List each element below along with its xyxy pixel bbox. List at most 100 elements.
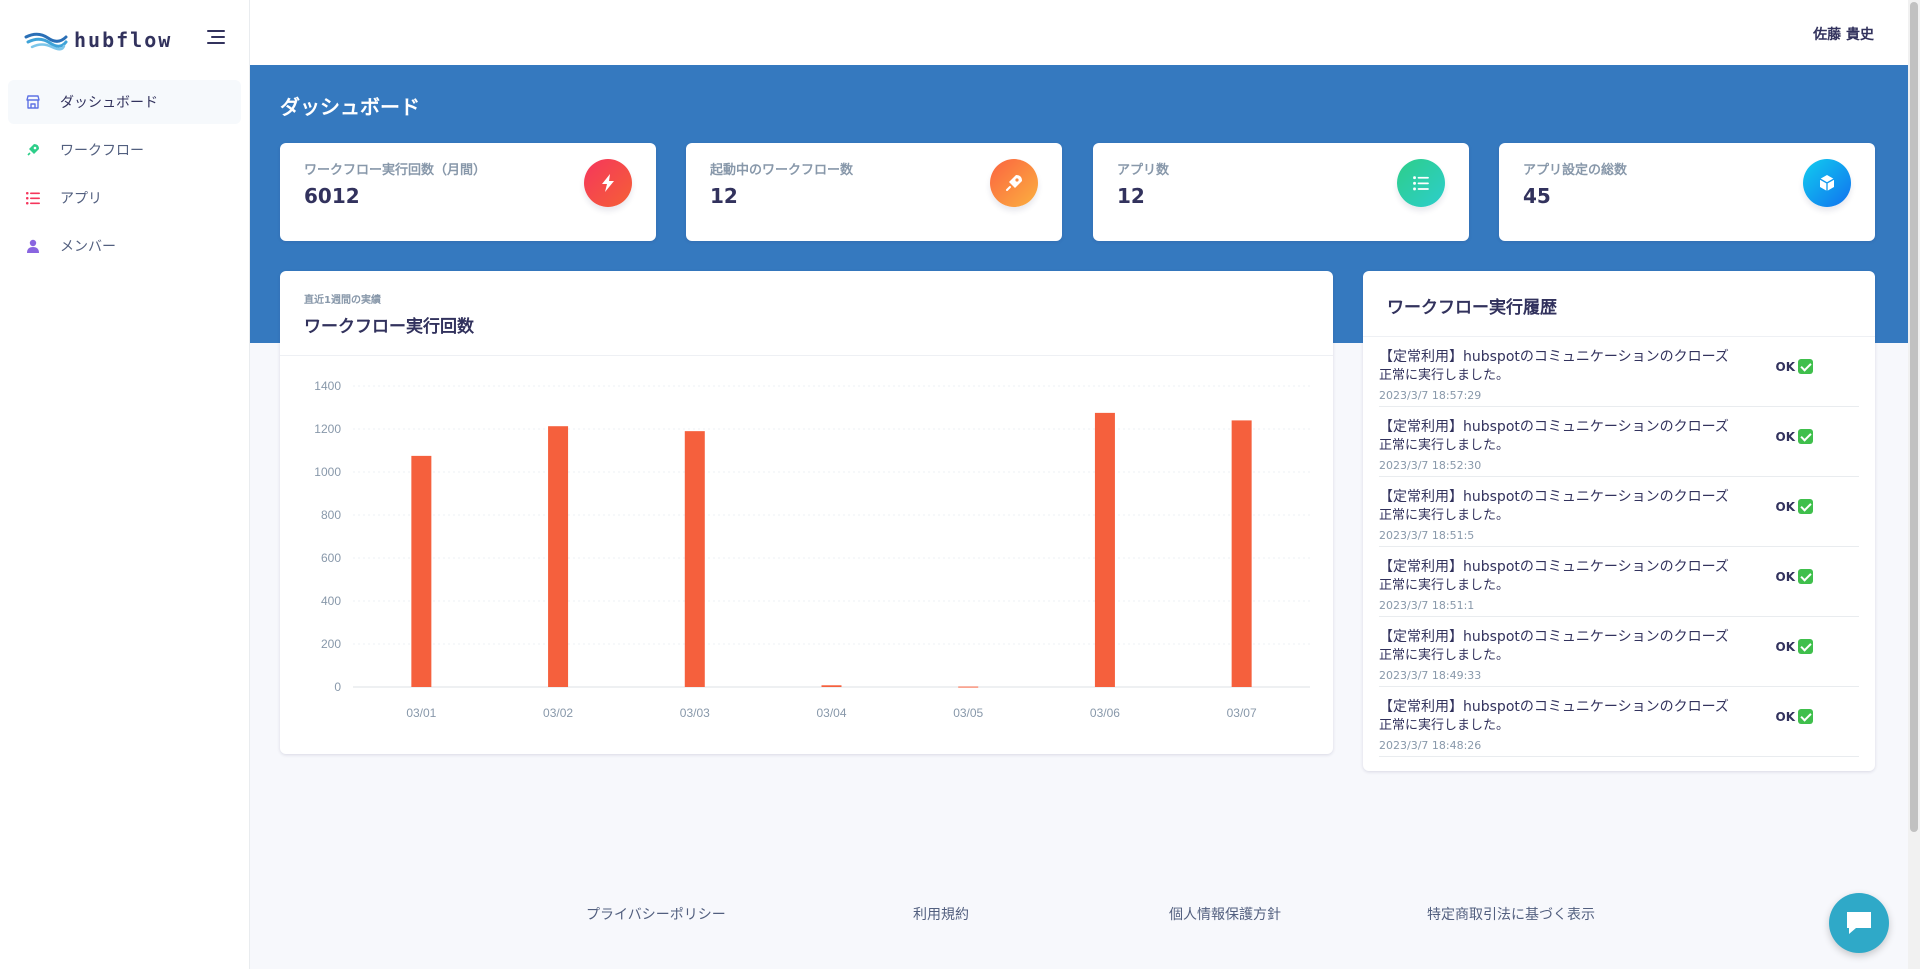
- y-tick-label: 600: [321, 551, 341, 565]
- history-item-time: 2023/3/7 18:51:5: [1379, 529, 1475, 542]
- history-title: ワークフロー実行履歴: [1387, 298, 1557, 318]
- page-title: ダッシュボード: [280, 95, 420, 119]
- stat-card-monthly-runs: ワークフロー実行回数（月間） 6012: [280, 143, 656, 241]
- list-item[interactable]: 【定常利用】hubspotのコミュニケーションのクローズ 正常に実行しました。 …: [1379, 617, 1859, 687]
- bar-03-06[interactable]: [1094, 412, 1115, 687]
- top-bar: 佐藤 貴史: [250, 0, 1908, 65]
- x-tick-label: 03/03: [680, 706, 710, 720]
- bar-03-04[interactable]: [821, 685, 842, 687]
- bolt-icon: [584, 159, 632, 207]
- footer-link-privacy-policy[interactable]: プライバシーポリシー: [586, 904, 726, 924]
- check-icon: [1798, 569, 1813, 584]
- footer-link-commerce-law[interactable]: 特定商取引法に基づく表示: [1427, 904, 1595, 924]
- bar-chart: 0 200 400 600 800 1000 1200 1400 03/01 03/02 03/03…: [314, 379, 1310, 720]
- rocket-icon: [990, 159, 1038, 207]
- status-badge: OK: [1776, 429, 1813, 444]
- store-icon: [24, 93, 42, 111]
- check-icon: [1798, 429, 1813, 444]
- user-icon: [24, 237, 42, 255]
- list-item[interactable]: 【定常利用】hubspotのコミュニケーションのクローズ 正常に実行しました。 …: [1379, 477, 1859, 547]
- stat-value: 12: [710, 184, 738, 208]
- x-tick-label: 03/01: [406, 706, 436, 720]
- brand-name: hubflow: [74, 28, 173, 52]
- history-item-time: 2023/3/7 18:57:29: [1379, 389, 1482, 402]
- workflow-runs-chart-card: 直近1週間の実績 ワークフロー実行回数 0 200 400 600 800 1000 120…: [280, 271, 1333, 754]
- sidebar-nav: ダッシュボード ワークフロー アプリ メンバー: [0, 80, 249, 268]
- bar-03-05[interactable]: [958, 686, 979, 688]
- stat-card-app-settings: アプリ設定の総数 45: [1499, 143, 1875, 241]
- sidebar-item-workflow[interactable]: ワークフロー: [8, 128, 241, 172]
- sidebar-item-apps[interactable]: アプリ: [8, 176, 241, 220]
- check-icon: [1798, 709, 1813, 724]
- menu-toggle-icon[interactable]: [207, 30, 225, 46]
- chat-button[interactable]: [1829, 893, 1889, 953]
- sidebar-item-label: アプリ: [60, 191, 102, 207]
- stat-value: 45: [1523, 184, 1551, 208]
- x-tick-label: 03/06: [1090, 706, 1120, 720]
- list-icon: [24, 189, 42, 207]
- status-badge: OK: [1776, 499, 1813, 514]
- y-tick-label: 1400: [314, 379, 341, 393]
- history-item-time: 2023/3/7 18:48:26: [1379, 739, 1482, 752]
- stat-label: アプリ設定の総数: [1523, 163, 1628, 178]
- history-item-time: 2023/3/7 18:52:30: [1379, 459, 1482, 472]
- brand[interactable]: hubflow: [0, 0, 249, 80]
- sidebar-item-members[interactable]: メンバー: [8, 224, 241, 268]
- x-tick-label: 03/05: [953, 706, 983, 720]
- scrollbar[interactable]: [1908, 0, 1920, 969]
- footer-link-terms[interactable]: 利用規約: [913, 904, 969, 924]
- y-tick-label: 800: [321, 508, 341, 522]
- check-icon: [1798, 359, 1813, 374]
- bar-03-01[interactable]: [411, 455, 432, 687]
- sidebar-item-label: ダッシュボード: [60, 95, 158, 111]
- rocket-icon: [24, 141, 42, 159]
- status-badge: OK: [1776, 639, 1813, 654]
- y-tick-label: 1000: [314, 465, 341, 479]
- check-icon: [1798, 639, 1813, 654]
- stat-value: 12: [1117, 184, 1145, 208]
- footer-link-personal-info[interactable]: 個人情報保護方針: [1169, 904, 1281, 924]
- chart-title: ワークフロー実行回数: [304, 317, 474, 337]
- status-badge: OK: [1776, 709, 1813, 724]
- stat-label: アプリ数: [1117, 163, 1170, 178]
- stat-value: 6012: [304, 184, 360, 208]
- x-tick-label: 03/04: [816, 706, 846, 720]
- status-badge: OK: [1776, 359, 1813, 374]
- sidebar-item-label: メンバー: [60, 239, 116, 255]
- x-tick-label: 03/02: [543, 706, 573, 720]
- sidebar: hubflow ダッシュボード ワークフロー アプリ メンバー: [0, 0, 250, 969]
- bar-03-03[interactable]: [684, 431, 705, 687]
- hubflow-logo-icon: [24, 32, 68, 51]
- history-header: ワークフロー実行履歴: [1363, 271, 1875, 337]
- bar-03-07[interactable]: [1231, 420, 1252, 687]
- sidebar-item-dashboard[interactable]: ダッシュボード: [8, 80, 241, 124]
- history-item-time: 2023/3/7 18:49:33: [1379, 669, 1482, 682]
- y-tick-label: 1200: [314, 422, 341, 436]
- stat-label: ワークフロー実行回数（月間）: [304, 163, 487, 178]
- y-tick-label: 0: [334, 680, 341, 694]
- box-icon: [1803, 159, 1851, 207]
- list-item[interactable]: 【定常利用】hubspotのコミュニケーションのクローズ 正常に実行しました。 …: [1379, 407, 1859, 477]
- stat-label: 起動中のワークフロー数: [710, 163, 854, 178]
- status-badge: OK: [1776, 569, 1813, 584]
- workflow-history-card: ワークフロー実行履歴 【定常利用】hubspotのコミュニケーションのクローズ …: [1363, 271, 1875, 771]
- chat-bubble-icon: [1847, 912, 1871, 934]
- list-icon: [1397, 159, 1445, 207]
- stat-card-active-workflows: 起動中のワークフロー数 12: [686, 143, 1062, 241]
- check-icon: [1798, 499, 1813, 514]
- scrollbar-thumb[interactable]: [1910, 2, 1918, 832]
- list-item[interactable]: 【定常利用】hubspotのコミュニケーションのクローズ 正常に実行しました。 …: [1379, 687, 1859, 757]
- history-item-time: 2023/3/7 18:51:1: [1379, 599, 1475, 612]
- chart-header: 直近1週間の実績 ワークフロー実行回数: [280, 271, 1333, 356]
- chart-subtitle: 直近1週間の実績: [304, 295, 381, 306]
- bar-03-02[interactable]: [548, 426, 569, 687]
- list-item[interactable]: 【定常利用】hubspotのコミュニケーションのクローズ 正常に実行しました。 …: [1379, 547, 1859, 617]
- x-tick-label: 03/07: [1227, 706, 1257, 720]
- stat-card-apps: アプリ数 12: [1093, 143, 1469, 241]
- list-item[interactable]: 【定常利用】hubspotのコミュニケーションのクローズ 正常に実行しました。 …: [1379, 337, 1859, 407]
- history-list: 【定常利用】hubspotのコミュニケーションのクローズ 正常に実行しました。 …: [1363, 337, 1875, 757]
- y-tick-label: 400: [321, 594, 341, 608]
- y-tick-label: 200: [321, 637, 341, 651]
- user-name[interactable]: 佐藤 貴史: [1813, 24, 1874, 44]
- sidebar-item-label: ワークフロー: [60, 143, 144, 159]
